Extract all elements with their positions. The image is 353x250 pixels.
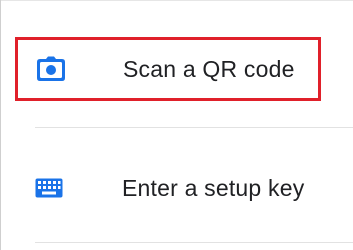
option-divider [35, 242, 353, 243]
enter-setup-key-option[interactable]: Enter a setup key [15, 160, 321, 216]
setup-options-sheet: Scan a QR code Enter a setup key [0, 0, 353, 250]
keyboard-icon [34, 175, 64, 201]
option-divider [35, 127, 353, 128]
enter-setup-key-label: Enter a setup key [122, 174, 305, 201]
camera-icon [36, 56, 66, 82]
scan-qr-code-option[interactable]: Scan a QR code [15, 37, 321, 101]
scan-qr-code-label: Scan a QR code [123, 55, 295, 82]
top-edge-divider [1, 0, 353, 1]
